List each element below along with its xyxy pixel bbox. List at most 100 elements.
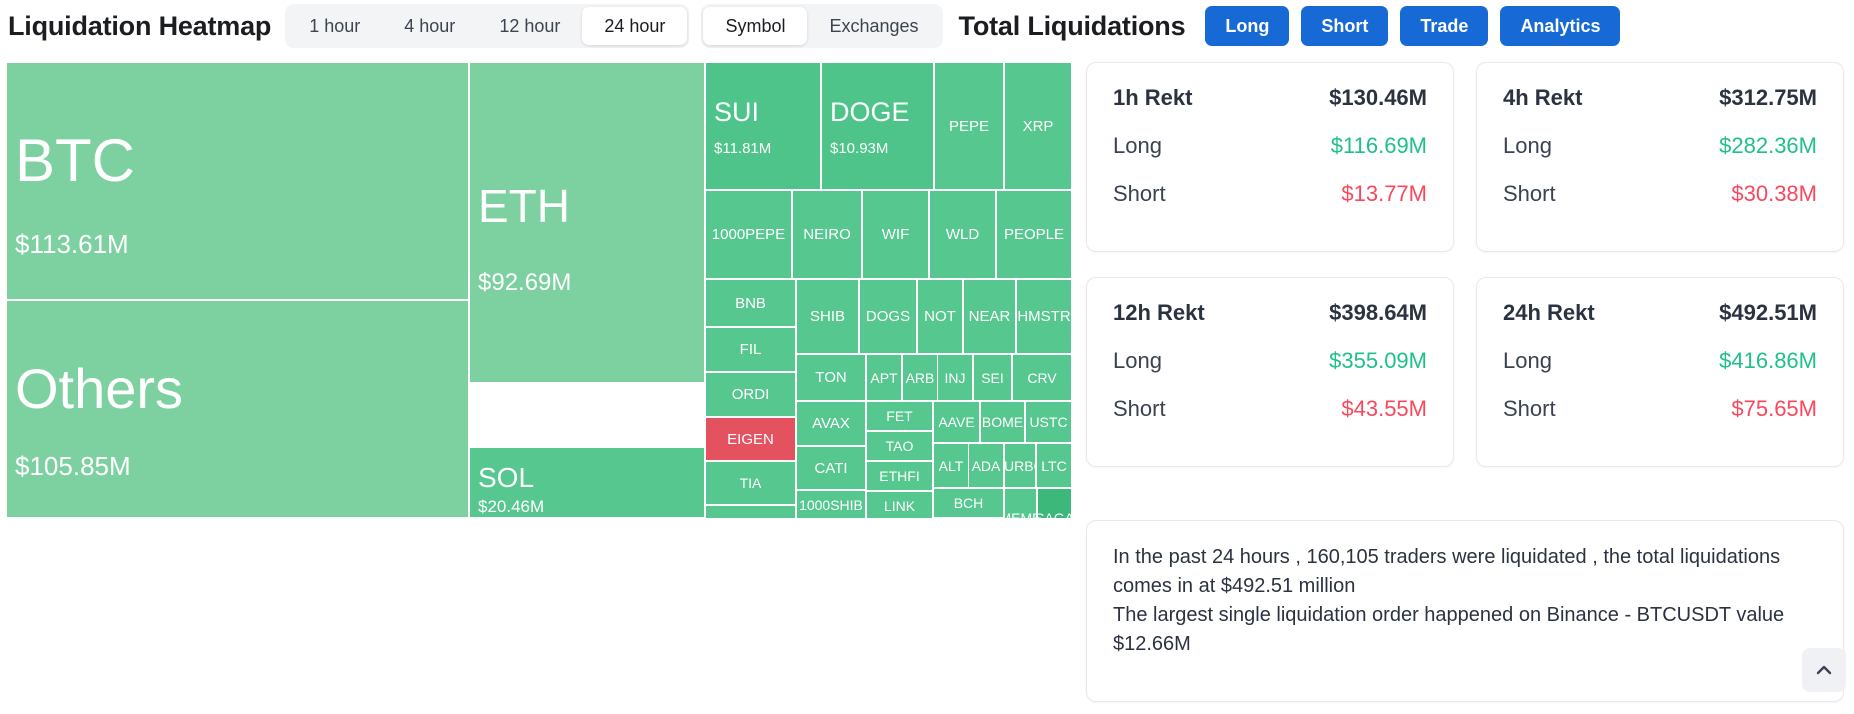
treemap-tile-1000shib[interactable]: 1000SHIB — [796, 490, 866, 518]
scroll-to-top-button[interactable] — [1802, 648, 1846, 692]
treemap-tile-ltc[interactable]: LTC — [1036, 443, 1072, 488]
treemap-tile-xrp[interactable]: XRP — [1004, 62, 1072, 190]
liquidation-treemap[interactable]: BTC $113.61M Others $105.85M ETH $92.69M SOL $2… — [6, 62, 1072, 518]
treemap-tile-eigen[interactable]: EIGEN — [705, 417, 796, 461]
treemap-tile-symbol: DOGS — [865, 308, 911, 325]
treemap-tile-tia[interactable]: TIA — [705, 461, 796, 505]
treemap-tile-meme[interactable]: MEME — [1004, 488, 1037, 518]
stat-title: 24h Rekt — [1503, 300, 1595, 325]
treemap-tile-sol[interactable]: SOL $20.46M — [469, 447, 705, 518]
stat-short-label: Short — [1503, 181, 1556, 206]
treemap-tile-link[interactable]: LINK — [866, 491, 933, 518]
treemap-tile-ethfi[interactable]: ETHFI — [866, 461, 933, 491]
treemap-tile-ftm[interactable]: FTM — [705, 505, 796, 518]
view-option-symbol[interactable]: Symbol — [703, 7, 808, 45]
treemap-tile-arb[interactable]: ARB — [902, 354, 938, 401]
treemap-tile-avax[interactable]: AVAX — [796, 401, 866, 446]
treemap-tile-eth[interactable]: ETH $92.69M — [469, 62, 705, 383]
stat-title: 4h Rekt — [1503, 85, 1583, 110]
treemap-tile-wif[interactable]: WIF — [862, 190, 929, 279]
treemap-tile-turbo[interactable]: TURBO — [1004, 443, 1036, 488]
treemap-tile-symbol: WIF — [881, 226, 910, 243]
treemap-tile-symbol: LTC — [1041, 457, 1067, 474]
treemap-tile-apt[interactable]: APT — [866, 354, 902, 401]
treemap-tile-bome[interactable]: BOME — [980, 401, 1025, 443]
treemap-tile-ton[interactable]: TON — [796, 354, 866, 401]
treemap-tile-ordi[interactable]: ORDI — [705, 372, 796, 417]
stat-long-label: Long — [1113, 133, 1162, 158]
stat-short-label: Short — [1113, 181, 1166, 206]
timeframe-segmented-control: 1 hour 4 hour 12 hour 24 hour — [285, 4, 690, 48]
trade-button[interactable]: Trade — [1400, 6, 1489, 46]
treemap-tile-symbol: NEAR — [968, 308, 1011, 325]
timeframe-option-4-hour[interactable]: 4 hour — [382, 7, 477, 45]
treemap-tile-dogs[interactable]: DOGS — [859, 279, 917, 354]
treemap-tile-btc[interactable]: BTC $113.61M — [6, 62, 469, 300]
stat-card-12h[interactable]: 12h Rekt $398.64M Long $355.09M Short $4… — [1086, 277, 1454, 467]
treemap-tile-symbol: LINK — [883, 497, 916, 514]
treemap-tile-sui[interactable]: SUI $11.81M — [705, 62, 821, 190]
treemap-tile-neiro[interactable]: NEIRO — [792, 190, 862, 279]
stat-short-value: $13.77M — [1341, 181, 1427, 206]
treemap-tile-crv[interactable]: CRV — [1012, 354, 1072, 401]
timeframe-option-1-hour[interactable]: 1 hour — [287, 7, 382, 45]
treemap-tile-aave[interactable]: AAVE — [933, 401, 980, 443]
view-option-exchanges[interactable]: Exchanges — [807, 7, 940, 45]
treemap-tile-tao[interactable]: TAO — [866, 431, 933, 461]
treemap-tile-fet[interactable]: FET — [866, 401, 933, 431]
stat-row-short: Short $30.38M — [1503, 181, 1817, 207]
treemap-tile-value: $113.61M — [15, 229, 129, 259]
treemap-tile-symbol: XRP — [1022, 117, 1054, 135]
long-button[interactable]: Long — [1205, 6, 1290, 46]
treemap-tile-doge[interactable]: DOGE $10.93M — [821, 62, 934, 190]
stat-row-long: Long $282.36M — [1503, 133, 1817, 159]
stat-short-label: Short — [1113, 396, 1166, 421]
stat-row-total: 12h Rekt $398.64M — [1113, 300, 1427, 326]
treemap-tile-1000pepe[interactable]: 1000PEPE — [705, 190, 792, 279]
treemap-tile-symbol: ETH — [478, 180, 570, 232]
treemap-tile-symbol: Others — [15, 357, 184, 420]
treemap-tile-symbol: AVAX — [812, 415, 850, 432]
treemap-tile-fil[interactable]: FIL — [705, 327, 796, 372]
treemap-tile-cati[interactable]: CATI — [796, 446, 866, 490]
stat-title: 1h Rekt — [1113, 85, 1193, 110]
treemap-tile-alt[interactable]: ALT — [933, 443, 969, 488]
treemap-tile-sei[interactable]: SEI — [973, 354, 1012, 401]
treemap-tile-value: $105.85M — [15, 451, 131, 481]
treemap-tile-shib[interactable]: SHIB — [796, 279, 859, 354]
treemap-tile-symbol: ADA — [971, 457, 1001, 474]
stat-card-4h[interactable]: 4h Rekt $312.75M Long $282.36M Short $30… — [1476, 62, 1844, 252]
stat-row-total: 24h Rekt $492.51M — [1503, 300, 1817, 326]
treemap-tile-bnb[interactable]: BNB — [705, 279, 796, 327]
treemap-tile-saga[interactable]: SAGA — [1037, 488, 1072, 518]
treemap-tile-ada[interactable]: ADA — [968, 443, 1004, 488]
stat-card-1h[interactable]: 1h Rekt $130.46M Long $116.69M Short $13… — [1086, 62, 1454, 252]
treemap-tile-pepe[interactable]: PEPE — [934, 62, 1004, 190]
stat-long-label: Long — [1503, 133, 1552, 158]
treemap-tile-hmstr[interactable]: HMSTR — [1016, 279, 1072, 354]
treemap-tile-symbol: CATI — [814, 459, 848, 477]
treemap-tile-value: $92.69M — [478, 269, 572, 296]
stat-card-24h[interactable]: 24h Rekt $492.51M Long $416.86M Short $7… — [1476, 277, 1844, 467]
treemap-tile-symbol: AAVE — [938, 414, 975, 430]
stat-row-short: Short $13.77M — [1113, 181, 1427, 207]
treemap-tile-inj[interactable]: INJ — [937, 354, 973, 401]
treemap-tile-ustc[interactable]: USTC — [1025, 401, 1072, 443]
timeframe-option-24-hour[interactable]: 24 hour — [582, 7, 688, 45]
timeframe-option-12-hour[interactable]: 12 hour — [477, 7, 582, 45]
treemap-tile-not[interactable]: NOT — [917, 279, 963, 354]
treemap-tile-symbol: TIA — [739, 475, 762, 491]
treemap-tile-value: $20.46M — [478, 497, 545, 516]
treemap-tile-symbol: CRV — [1027, 369, 1057, 386]
treemap-tile-symbol: USTC — [1029, 414, 1068, 430]
stat-total-value: $130.46M — [1329, 85, 1427, 110]
treemap-tile-symbol: NOT — [924, 308, 956, 325]
treemap-tile-near[interactable]: NEAR — [963, 279, 1016, 354]
treemap-tile-bch[interactable]: BCH — [933, 488, 1004, 518]
analytics-button[interactable]: Analytics — [1500, 6, 1621, 46]
short-button[interactable]: Short — [1301, 6, 1389, 46]
treemap-tile-people[interactable]: PEOPLE — [996, 190, 1072, 279]
treemap-tile-others[interactable]: Others $105.85M — [6, 300, 469, 518]
stat-row-long: Long $355.09M — [1113, 348, 1427, 374]
treemap-tile-wld[interactable]: WLD — [929, 190, 996, 279]
